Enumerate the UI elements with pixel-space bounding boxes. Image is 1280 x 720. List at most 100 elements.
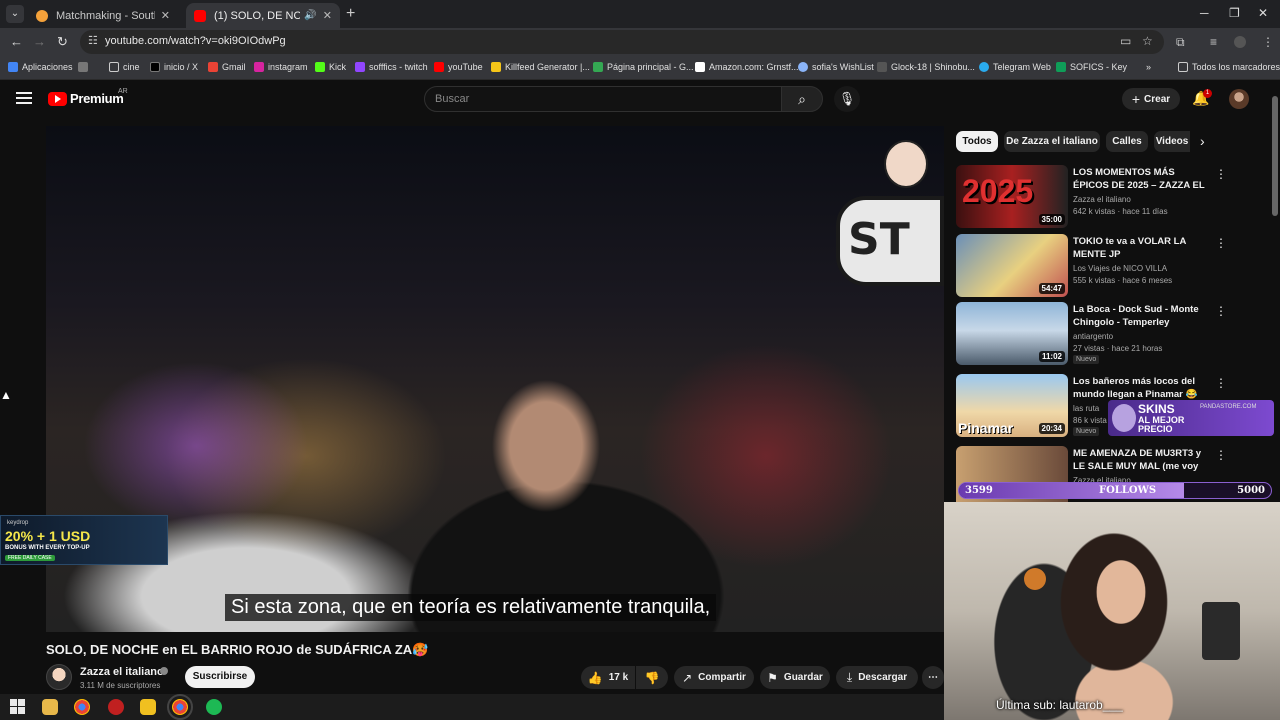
chip-calles[interactable]: Calles: [1106, 131, 1148, 152]
back-arrow-icon[interactable]: ←: [10, 34, 23, 49]
page-scrollbar[interactable]: [1272, 96, 1278, 216]
search-button[interactable]: ⌕: [781, 86, 823, 112]
subscribe-button[interactable]: Suscribirse: [185, 666, 255, 688]
video-thumbnail[interactable]: 11:02: [956, 302, 1068, 365]
spotify-icon[interactable]: [206, 699, 222, 715]
bookmark-twitch[interactable]: sofffics - twitch: [355, 62, 428, 72]
recommendation-channel[interactable]: Los Viajes de NICO VILLA: [1073, 264, 1167, 273]
youtube-premium-wordmark[interactable]: Premium: [70, 91, 124, 106]
recommendation-title[interactable]: Los bañeros más locos del mundo llegan a…: [1073, 375, 1211, 401]
recommendation-stats: 27 vistas · hace 21 horas: [1073, 344, 1163, 353]
recommendation-item[interactable]: ME AMENAZA DE MU3RT3 y LE SALE MUY MAL (…: [956, 446, 1246, 510]
more-options-icon[interactable]: ⋮: [1215, 167, 1227, 181]
tab-close-icon[interactable]: ✕: [323, 9, 332, 22]
video-thumbnail[interactable]: [956, 446, 1068, 509]
more-actions-button[interactable]: ⋯: [922, 666, 944, 689]
dislike-button[interactable]: 👎: [636, 666, 668, 689]
bookmark-x[interactable]: inicio / X: [150, 62, 198, 72]
minimize-icon[interactable]: ─: [1200, 6, 1209, 20]
bookmark-label: Glock-18 | Shinobu...: [891, 62, 975, 72]
video-thumbnail[interactable]: 2025 35:00: [956, 165, 1068, 228]
recommendation-channel[interactable]: antiargento: [1073, 332, 1113, 341]
chrome-active-icon[interactable]: [167, 694, 193, 720]
follows-goal: 5000: [1237, 485, 1265, 496]
site-info-icon[interactable]: ☷: [88, 34, 98, 47]
app-icon[interactable]: [108, 699, 124, 715]
create-button[interactable]: + Crear: [1122, 88, 1180, 110]
like-button[interactable]: 👍 17 k: [581, 666, 635, 689]
download-button[interactable]: ⤓ Descargar: [836, 666, 918, 689]
bookmark-telegram[interactable]: Telegram Web: [979, 62, 1051, 72]
folder-icon: [109, 62, 119, 72]
reload-icon[interactable]: ↻: [57, 34, 68, 50]
chips-next-arrow-icon[interactable]: ›: [1200, 133, 1205, 149]
recommendation-title[interactable]: TOKIO te va a VOLAR LA MENTE JP: [1073, 235, 1211, 261]
media-control-icon[interactable]: ≡: [1210, 35, 1217, 49]
profile-icon[interactable]: [1234, 36, 1246, 48]
grid-icon[interactable]: [78, 62, 92, 72]
app-icon[interactable]: [140, 699, 156, 715]
recommendation-item[interactable]: 2025 35:00 LOS MOMENTOS MÁS ÉPICOS DE 20…: [956, 165, 1246, 229]
search-input[interactable]: Buscar: [424, 86, 782, 112]
bookmarks-overflow-icon[interactable]: »: [1146, 62, 1151, 72]
recommendation-title[interactable]: ME AMENAZA DE MU3RT3 y LE SALE MUY MAL (…: [1073, 447, 1211, 474]
follows-current: 3599: [965, 485, 993, 496]
menu-hamburger-icon[interactable]: [16, 92, 32, 104]
chip-videos[interactable]: Videos: [1154, 131, 1190, 152]
bookmark-youtube[interactable]: youTube: [434, 62, 483, 72]
bookmark-star-icon[interactable]: ☆: [1142, 34, 1153, 48]
bookmark-kick[interactable]: Kick: [315, 62, 346, 72]
extensions-icon[interactable]: ⧉: [1176, 35, 1185, 50]
bookmark-all[interactable]: Todos los marcadores: [1178, 62, 1280, 72]
account-avatar[interactable]: [1229, 89, 1249, 109]
recommendation-channel[interactable]: Zazza el italiano: [1073, 195, 1131, 204]
more-options-icon[interactable]: ⋮: [1215, 448, 1227, 462]
browser-tab-youtube[interactable]: (1) SOLO, DE NOCHE en EL 🔊 ✕: [186, 3, 340, 28]
channel-name[interactable]: Zazza el italiano: [80, 666, 164, 678]
chrome-icon[interactable]: [74, 699, 90, 715]
cast-icon[interactable]: ▭: [1120, 34, 1131, 48]
browser-tab-matchmaking[interactable]: Matchmaking - South America ✕: [28, 3, 178, 28]
forward-arrow-icon[interactable]: →: [33, 34, 46, 49]
tab-search-icon[interactable]: ⌄: [6, 5, 24, 23]
bookmark-amazon[interactable]: Amazon.com: Grnstf...: [695, 62, 799, 72]
windows-start-icon[interactable]: [10, 699, 26, 715]
bookmark-wishlist[interactable]: sofia's WishList: [798, 62, 874, 72]
recommendation-channel[interactable]: las ruta: [1073, 404, 1099, 413]
restore-icon[interactable]: ❐: [1229, 6, 1240, 20]
more-options-icon[interactable]: ⋮: [1215, 304, 1227, 318]
bookmark-sofics-key[interactable]: SOFICS - Key: [1056, 62, 1127, 72]
close-window-icon[interactable]: ✕: [1258, 6, 1268, 20]
bookmark-gmail[interactable]: Gmail: [208, 62, 246, 72]
recommendation-item[interactable]: 54:47 TOKIO te va a VOLAR LA MENTE JP Lo…: [956, 234, 1246, 298]
bookmark-glock[interactable]: Glock-18 | Shinobu...: [877, 62, 975, 72]
chip-todos[interactable]: Todos: [956, 131, 998, 152]
file-explorer-icon[interactable]: [42, 699, 58, 715]
video-thumbnail[interactable]: Pinamar 20:34: [956, 374, 1068, 437]
tab-close-icon[interactable]: ✕: [161, 9, 170, 22]
recommendation-title[interactable]: La Boca - Dock Sud - Monte Chingolo - Te…: [1073, 303, 1211, 329]
thumbs-down-icon: 👎: [644, 670, 660, 685]
youtube-logo-icon[interactable]: [48, 92, 67, 106]
speaker-icon[interactable]: 🔊: [304, 10, 316, 21]
bookmark-apps[interactable]: Aplicaciones: [8, 62, 73, 72]
chrome-menu-icon[interactable]: ⋮: [1262, 35, 1274, 49]
bookmark-instagram[interactable]: instagram: [254, 62, 308, 72]
chip-de-zazza[interactable]: De Zazza el italiano: [1004, 131, 1100, 152]
new-tab-plus-icon[interactable]: +: [346, 5, 355, 23]
bookmark-cine[interactable]: cine: [109, 62, 140, 72]
video-player[interactable]: ST: [46, 126, 944, 632]
voice-search-button[interactable]: 🎙: [834, 86, 860, 112]
bookmark-label: inicio / X: [164, 62, 199, 72]
address-bar[interactable]: ☷ youtube.com/watch?v=oki9OIOdwPg ▭ ☆: [80, 30, 1164, 54]
share-button[interactable]: ↗ Compartir: [674, 666, 754, 689]
bookmark-killfeed[interactable]: Killfeed Generator |...: [491, 62, 590, 72]
more-options-icon[interactable]: ⋮: [1215, 236, 1227, 250]
more-options-icon[interactable]: ⋮: [1215, 376, 1227, 390]
bookmark-google-drive[interactable]: Página principal - G...: [593, 62, 694, 72]
video-thumbnail[interactable]: 54:47: [956, 234, 1068, 297]
save-button[interactable]: ⚑ Guardar: [760, 666, 830, 689]
recommendation-item[interactable]: 11:02 La Boca - Dock Sud - Monte Chingol…: [956, 302, 1246, 366]
recommendation-title[interactable]: LOS MOMENTOS MÁS ÉPICOS DE 2025 – ZAZZA …: [1073, 166, 1211, 193]
channel-avatar[interactable]: [46, 664, 72, 690]
